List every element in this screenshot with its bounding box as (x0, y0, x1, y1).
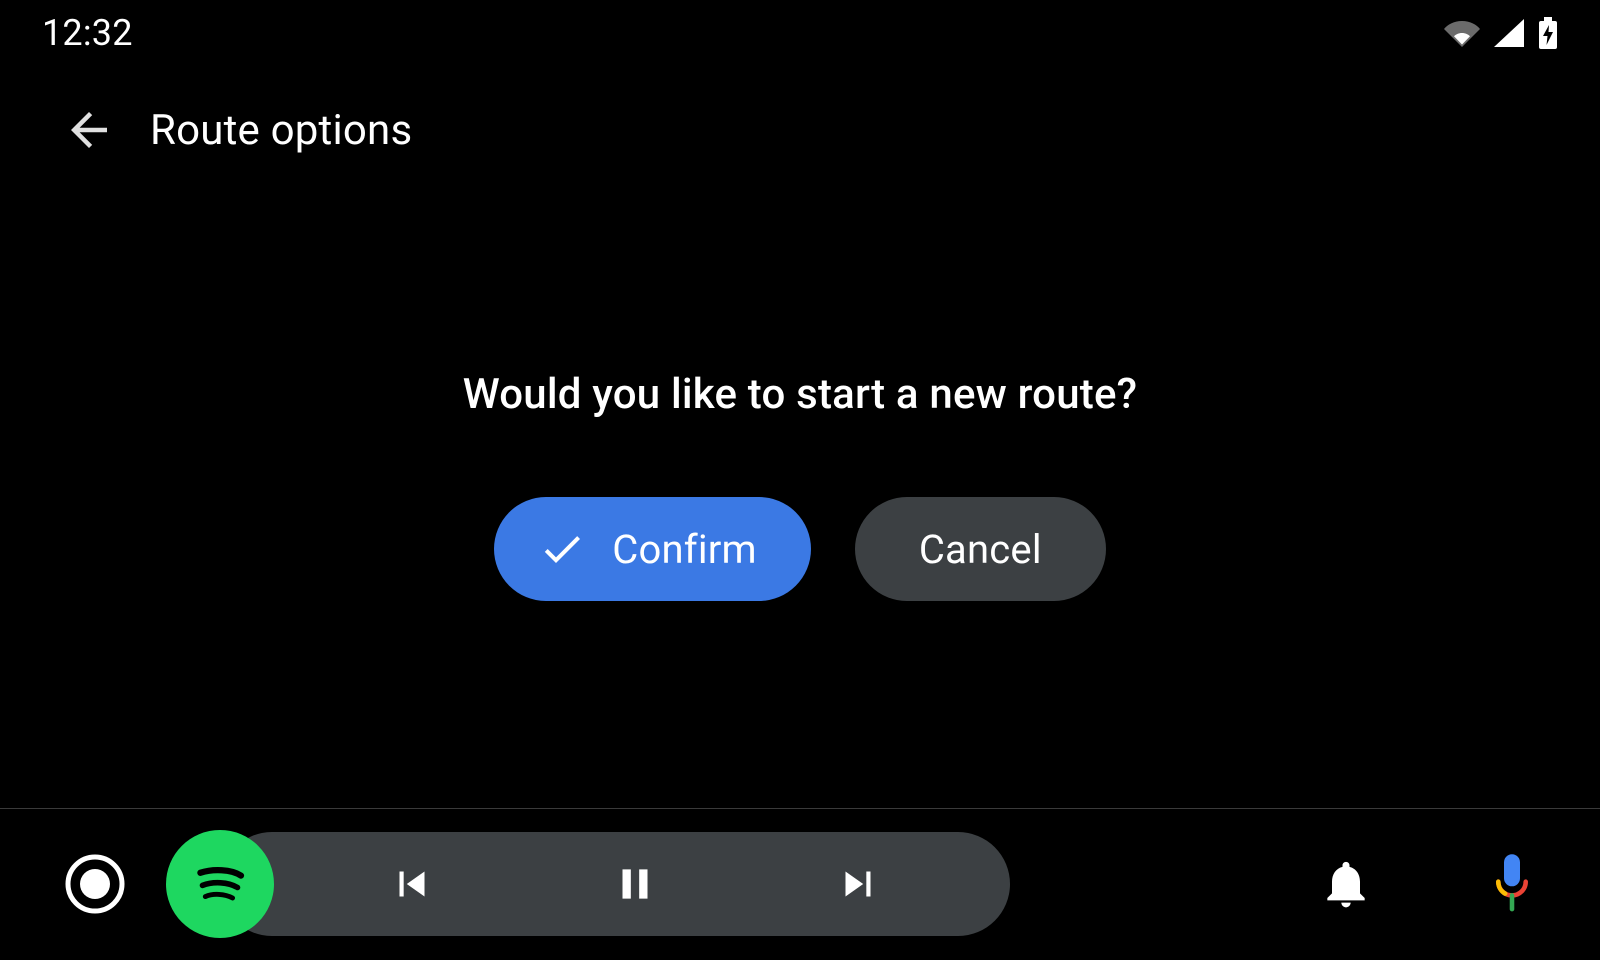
previous-track-button[interactable] (372, 844, 452, 924)
microphone-icon[interactable] (1484, 852, 1540, 916)
cancel-button-label: Cancel (919, 526, 1042, 573)
wifi-icon (1444, 19, 1480, 47)
notifications-icon[interactable] (1318, 856, 1374, 912)
status-icons (1444, 11, 1558, 49)
media-cluster (220, 832, 1010, 936)
confirm-button-label: Confirm (612, 526, 757, 573)
battery-icon (1538, 17, 1558, 49)
check-icon (538, 525, 586, 573)
dialog-button-row: Confirm Cancel (494, 497, 1106, 601)
bottom-bar (0, 808, 1600, 960)
media-controls (220, 832, 1010, 936)
status-time: 12:32 (42, 6, 133, 54)
signal-icon (1494, 19, 1524, 47)
header-bar: Route options (0, 80, 1600, 180)
bottom-right-icons (1318, 852, 1540, 916)
pause-button[interactable] (595, 844, 675, 924)
back-icon[interactable] (62, 103, 116, 157)
page-title: Route options (150, 106, 412, 155)
next-track-button[interactable] (818, 844, 898, 924)
confirm-dialog: Would you like to start a new route? Con… (0, 370, 1600, 601)
status-bar: 12:32 (0, 0, 1600, 60)
dialog-title: Would you like to start a new route? (463, 370, 1138, 419)
home-button[interactable] (60, 849, 130, 919)
spotify-icon[interactable] (166, 830, 274, 938)
cancel-button[interactable]: Cancel (855, 497, 1106, 601)
confirm-button[interactable]: Confirm (494, 497, 811, 601)
